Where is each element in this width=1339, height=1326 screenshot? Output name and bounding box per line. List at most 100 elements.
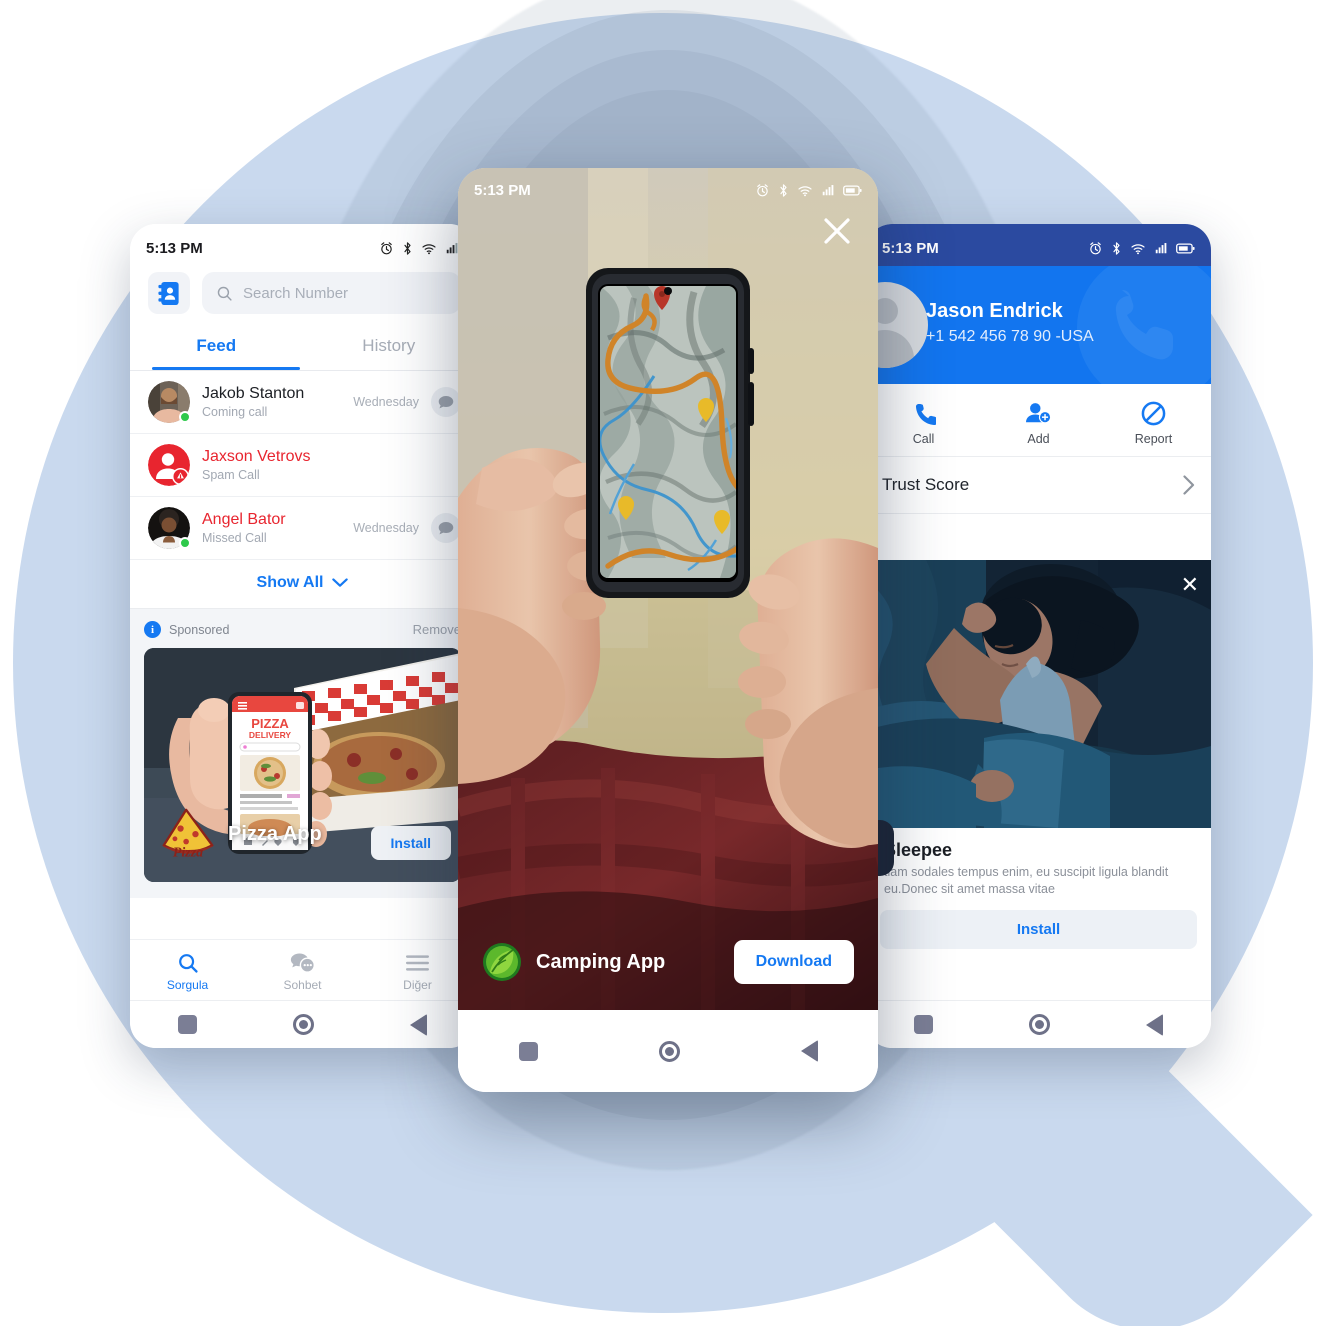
- left-bottom-tabbar: Sorgula Sohbet Diğer: [130, 939, 475, 1000]
- chat-icon: [438, 395, 454, 408]
- center-status-icons: [755, 183, 862, 198]
- chevron-down-icon: [332, 578, 349, 587]
- bluetooth-icon: [1113, 241, 1120, 255]
- center-status-time: 5:13 PM: [474, 181, 531, 199]
- hands-holding-phone-photo: [458, 168, 878, 1010]
- back-button[interactable]: [1146, 1013, 1163, 1036]
- pizza-ad-card[interactable]: PIZZA DELIVERY Pizza Pizza App Install: [144, 648, 461, 882]
- spacer: [866, 514, 1211, 560]
- alarm-icon: [1090, 241, 1101, 254]
- center-status-bar: 5:13 PM: [458, 168, 878, 208]
- action-label: Add: [1027, 432, 1050, 446]
- sponsored-label-group: i Sponsored: [144, 621, 229, 638]
- sleepee-ad-image: ✕: [866, 560, 1211, 828]
- sleepee-ad-body: Sleepee tiam sodales tempus enim, eu sus…: [866, 820, 1211, 898]
- trust-score-row[interactable]: Trust Score: [866, 457, 1211, 514]
- close-ad-button[interactable]: [822, 216, 852, 251]
- contact-hero: Jason Endrick +1 542 456 78 90 -USA: [866, 266, 1211, 384]
- avatar: [148, 507, 191, 549]
- right-status-icons: [1088, 241, 1195, 256]
- tab-feed[interactable]: Feed: [130, 326, 303, 370]
- left-search-row: Search Number: [130, 266, 475, 326]
- tab-history[interactable]: History: [303, 326, 476, 370]
- avatar: [148, 444, 190, 486]
- wifi-icon: [422, 243, 436, 254]
- left-android-navbar: [130, 1000, 475, 1048]
- show-all-button[interactable]: Show All: [130, 560, 475, 609]
- chevron-right-icon: [1183, 475, 1195, 495]
- center-phone-screen: 5:13 PM Camping App Download: [458, 168, 878, 1092]
- contact-name: Jason Endrick: [926, 300, 1063, 322]
- download-button[interactable]: Download: [733, 940, 854, 984]
- recents-button[interactable]: [178, 1015, 197, 1034]
- bottom-tab-label: Sohbet: [283, 978, 322, 992]
- battery-icon: [1176, 242, 1195, 254]
- contact-status: Coming call: [202, 404, 268, 419]
- ad-title: Sleepee: [884, 840, 953, 860]
- left-phone-screen: 5:13 PM Search Number Feed History Jakob…: [130, 224, 475, 1048]
- svg-text:DELIVERY: DELIVERY: [249, 730, 292, 740]
- back-button[interactable]: [800, 1040, 818, 1062]
- bottom-tab-sohbet[interactable]: Sohbet: [245, 950, 360, 992]
- call-button[interactable]: Call: [866, 398, 981, 446]
- contacts-icon: [158, 281, 179, 305]
- tab-active-underline: [152, 367, 300, 370]
- contact-name: Jakob Stanton: [202, 384, 305, 402]
- wifi-icon: [798, 185, 812, 196]
- bluetooth-icon: [404, 241, 411, 255]
- right-phone-screen: 5:13 PM Jason Endrick +1 542 456 78 90 -…: [866, 224, 1211, 1048]
- contact-meta: Jakob Stanton Coming call: [202, 384, 341, 421]
- center-android-navbar: [458, 1010, 878, 1092]
- contacts-button[interactable]: [148, 272, 190, 314]
- report-button[interactable]: Report: [1096, 398, 1211, 446]
- contact-actions: Call Add Report: [866, 384, 1211, 457]
- back-button[interactable]: [410, 1013, 427, 1036]
- chat-button[interactable]: [431, 513, 461, 543]
- table-row[interactable]: Angel Bator Missed Call Wednesday: [130, 497, 475, 560]
- ad-description: tiam sodales tempus enim, eu suscipit li…: [884, 865, 1169, 896]
- sleepee-ad-card[interactable]: ✕ Sleepee tiam sodales tempus enim, eu s…: [866, 560, 1211, 949]
- pizza-brand-logo: Pizza: [161, 808, 215, 861]
- sponsored-header: i Sponsored Remove: [144, 621, 461, 638]
- recents-button[interactable]: [518, 1041, 538, 1061]
- contact-status: Missed Call: [202, 530, 267, 545]
- ad-install-button[interactable]: Install: [370, 826, 451, 860]
- wifi-icon: [1131, 243, 1145, 254]
- chat-icon: [438, 521, 454, 534]
- signal-icon: [446, 243, 458, 254]
- online-status-dot: [179, 411, 191, 423]
- home-button[interactable]: [658, 1040, 680, 1062]
- remove-ad-button[interactable]: Remove: [413, 622, 461, 637]
- online-status-dot: [179, 537, 191, 549]
- close-ad-button[interactable]: ✕: [1181, 574, 1199, 596]
- left-status-icons: [379, 241, 459, 256]
- search-icon: [217, 286, 232, 301]
- table-row[interactable]: Jakob Stanton Coming call Wednesday: [130, 371, 475, 434]
- left-tabs: Feed History: [130, 326, 475, 370]
- search-icon: [130, 950, 245, 976]
- bottom-tab-sorgula[interactable]: Sorgula: [130, 950, 245, 992]
- add-contact-button[interactable]: Add: [981, 398, 1096, 446]
- home-button[interactable]: [293, 1014, 314, 1035]
- avatar-image-spam: [148, 444, 190, 486]
- signal-icon: [822, 185, 834, 196]
- search-input[interactable]: Search Number: [202, 272, 461, 314]
- phone-icon: [866, 398, 981, 428]
- show-all-label: Show All: [256, 574, 324, 591]
- recents-button[interactable]: [914, 1015, 933, 1034]
- chat-button[interactable]: [431, 387, 461, 417]
- home-button[interactable]: [1029, 1014, 1050, 1035]
- signal-icon: [1155, 243, 1167, 254]
- contact-phone-number: +1 542 456 78 90 -USA: [926, 328, 1094, 345]
- install-button[interactable]: Install: [880, 910, 1197, 949]
- right-status-time: 5:13 PM: [882, 239, 939, 257]
- action-label: Call: [912, 432, 935, 446]
- svg-text:Pizza: Pizza: [173, 846, 203, 861]
- screenshot-stage: 5:13 PM Search Number Feed History Jakob…: [0, 0, 1339, 1326]
- bottom-tab-label: Sorgula: [166, 978, 209, 992]
- alarm-icon: [757, 183, 768, 196]
- right-status-bar: 5:13 PM: [866, 224, 1211, 266]
- table-row[interactable]: Jaxson Vetrovs Spam Call: [130, 434, 475, 497]
- add-user-icon: [981, 398, 1096, 428]
- camping-ad-bar: Camping App Download: [458, 914, 878, 1010]
